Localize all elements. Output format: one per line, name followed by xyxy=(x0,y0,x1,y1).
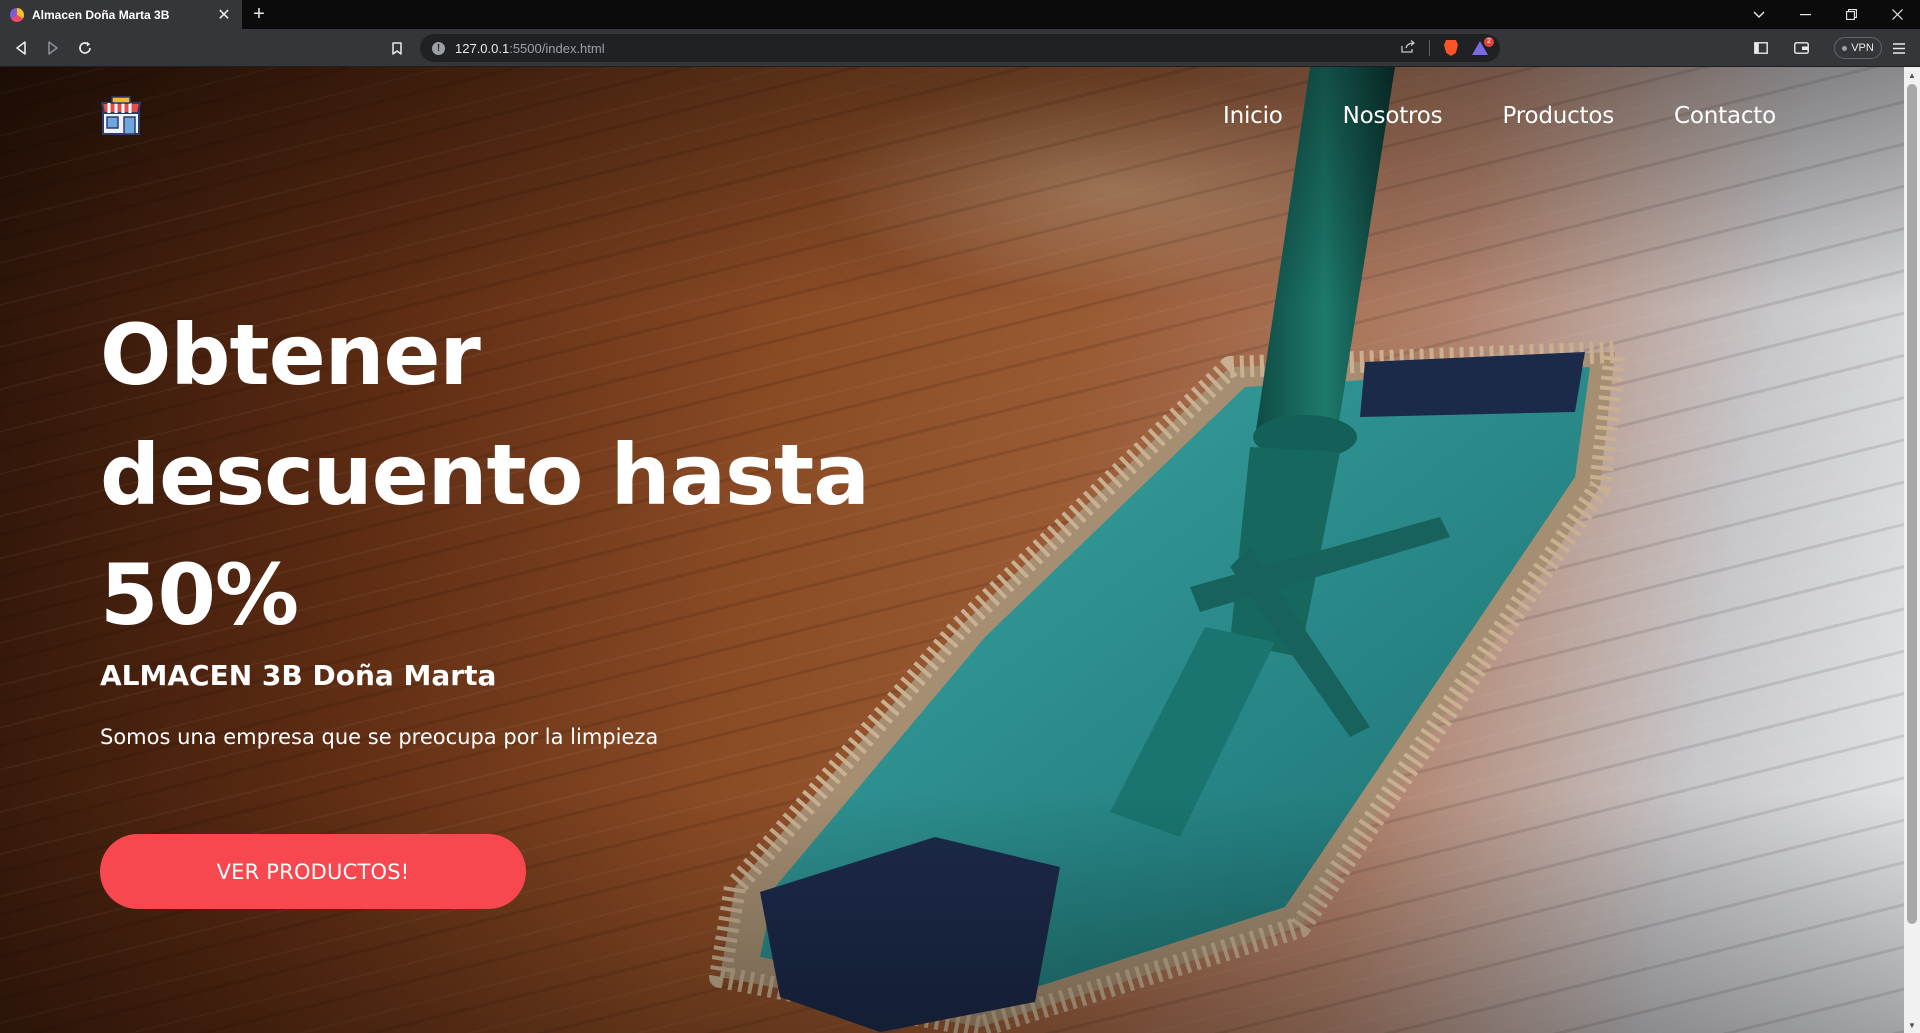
close-window-icon[interactable] xyxy=(1874,0,1920,29)
rewards-badge: 2 xyxy=(1484,37,1494,47)
new-tab-button[interactable]: + xyxy=(242,0,276,29)
minimize-icon[interactable] xyxy=(1782,0,1828,29)
vpn-status-icon xyxy=(1842,45,1848,51)
ver-productos-button[interactable]: VER PRODUCTOS! xyxy=(100,834,526,909)
hero-title: Obtener descuento hasta 50% xyxy=(100,306,870,644)
vpn-button[interactable]: VPN xyxy=(1834,37,1882,59)
browser-toolbar: ! 127.0.0.1:5500/index.html 2 VPN xyxy=(0,29,1920,67)
menu-icon[interactable] xyxy=(1886,35,1912,61)
reload-icon[interactable] xyxy=(72,35,98,61)
hero-subtitle: ALMACEN 3B Doña Marta xyxy=(100,659,497,692)
window-controls xyxy=(1736,0,1920,29)
rewards-icon[interactable]: 2 xyxy=(1472,37,1494,55)
nav-productos[interactable]: Productos xyxy=(1502,103,1614,129)
hero-description: Somos una empresa que se preocupa por la… xyxy=(100,725,659,749)
tab-search-icon[interactable] xyxy=(1736,0,1782,29)
page-scrollbar[interactable]: ▲ ▼ xyxy=(1904,67,1920,1033)
address-bar[interactable]: ! 127.0.0.1:5500/index.html 2 xyxy=(420,34,1500,62)
nav-nosotros[interactable]: Nosotros xyxy=(1343,103,1443,129)
favicon-icon xyxy=(10,7,24,22)
scroll-up-icon[interactable]: ▲ xyxy=(1904,67,1920,83)
sidebar-icon[interactable] xyxy=(1748,35,1774,61)
nav-contacto[interactable]: Contacto xyxy=(1674,103,1776,129)
nav-inicio[interactable]: Inicio xyxy=(1223,103,1283,129)
back-icon[interactable] xyxy=(8,35,34,61)
address-bar-actions: 2 xyxy=(1401,37,1494,56)
site-info-icon[interactable]: ! xyxy=(432,41,445,55)
main-nav: Inicio Nosotros Productos Contacto xyxy=(1223,103,1776,129)
divider xyxy=(1429,40,1430,56)
wallet-icon[interactable] xyxy=(1788,35,1814,61)
restore-icon[interactable] xyxy=(1828,0,1874,29)
scroll-down-icon[interactable]: ▼ xyxy=(1904,1017,1920,1033)
tab-title: Almacen Doña Marta 3B xyxy=(32,7,170,22)
url-path: :5500/index.html xyxy=(509,40,605,56)
close-tab-icon[interactable]: ✕ xyxy=(216,5,232,25)
store-logo-icon[interactable] xyxy=(100,95,142,137)
vpn-label: VPN xyxy=(1851,42,1874,54)
tab-strip: Almacen Doña Marta 3B ✕ + xyxy=(0,0,1920,29)
brave-shields-icon[interactable] xyxy=(1444,40,1458,56)
browser-tab[interactable]: Almacen Doña Marta 3B ✕ xyxy=(0,0,242,29)
scroll-thumb[interactable] xyxy=(1907,84,1917,924)
url-host: 127.0.0.1 xyxy=(455,40,510,56)
bookmark-icon[interactable] xyxy=(384,35,410,61)
hero-section: Inicio Nosotros Productos Contacto Obten… xyxy=(0,67,1904,1033)
forward-icon[interactable] xyxy=(40,35,66,61)
share-icon[interactable] xyxy=(1401,40,1416,56)
